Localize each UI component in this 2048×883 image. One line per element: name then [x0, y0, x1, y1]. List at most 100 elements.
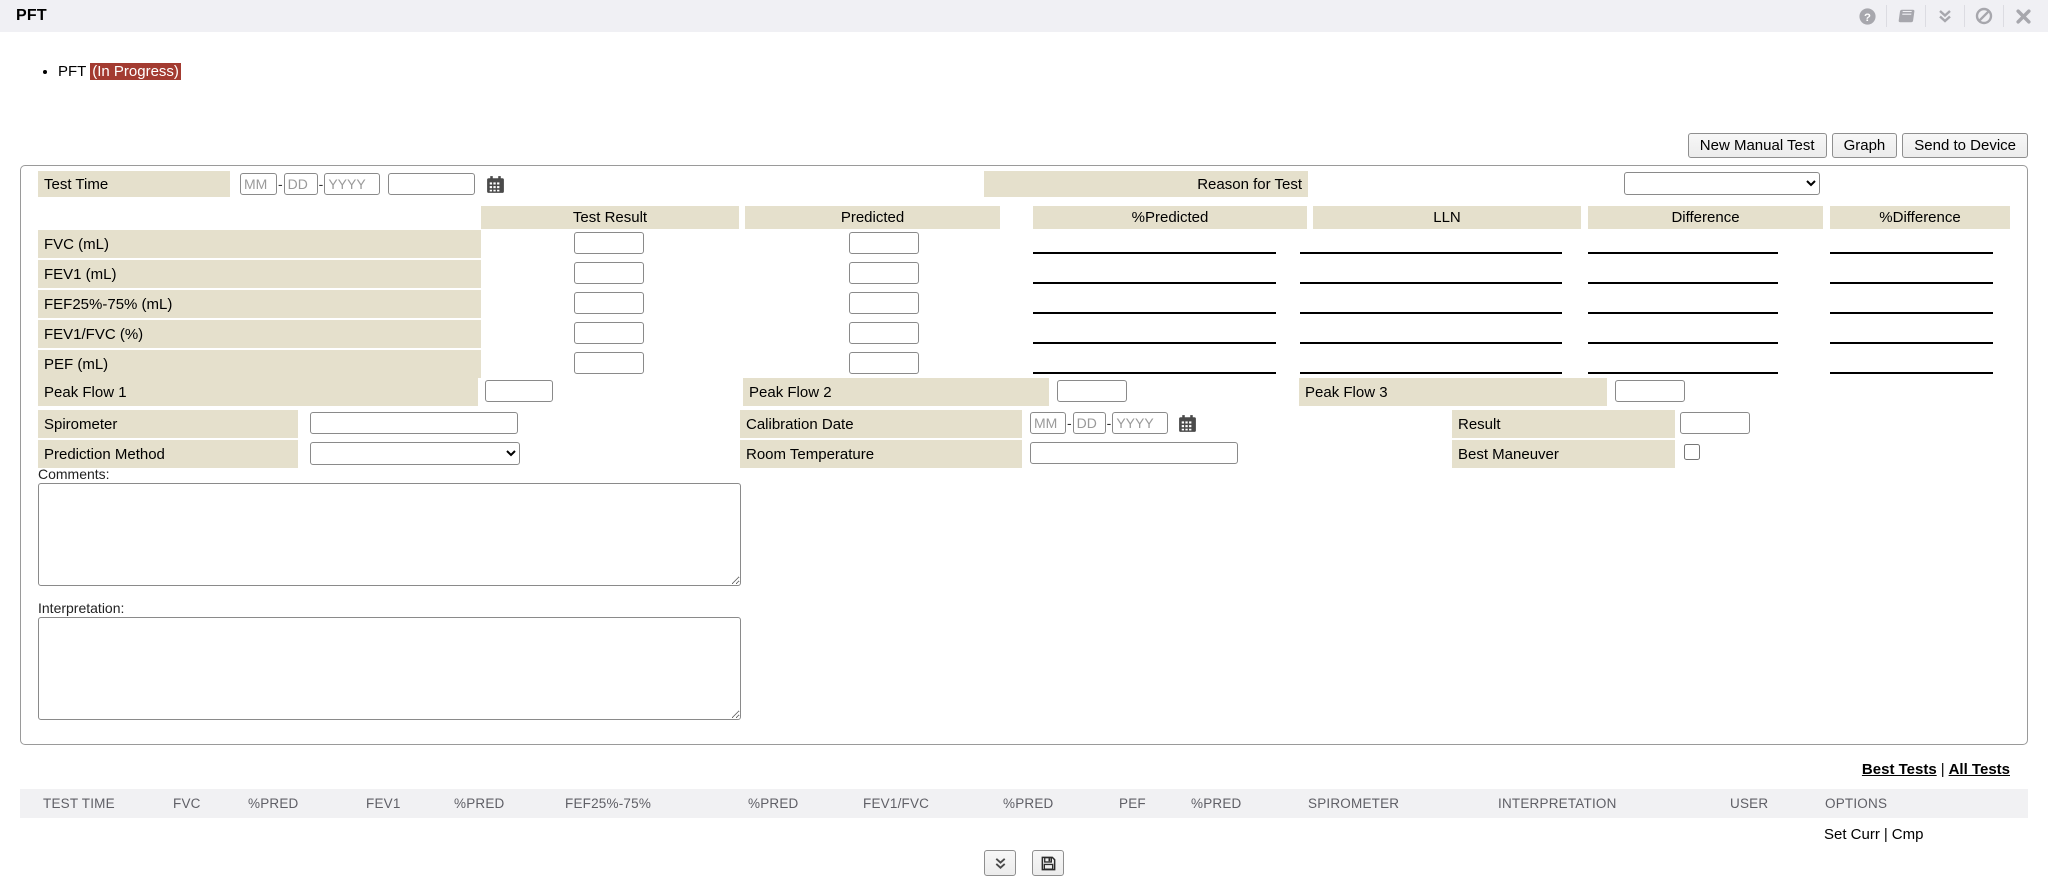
- peak-flow-2-label: Peak Flow 2: [743, 378, 1049, 406]
- comments-textarea[interactable]: [38, 483, 741, 586]
- room-temperature-input[interactable]: [1030, 442, 1238, 464]
- date-separator: -: [1107, 415, 1112, 431]
- page-title: PFT: [0, 7, 47, 25]
- fev1fvc-predicted-input[interactable]: [849, 322, 919, 344]
- measure-row-fev1fvc: FEV1/FVC (%): [21, 319, 2029, 349]
- pef-test-result-input[interactable]: [574, 352, 644, 374]
- col-pct-pred-5: %PRED: [1191, 789, 1242, 818]
- test-time-input[interactable]: [388, 173, 475, 195]
- peak-flow-3-input[interactable]: [1615, 380, 1685, 402]
- result-input[interactable]: [1680, 412, 1750, 434]
- best-maneuver-checkbox[interactable]: [1684, 444, 1700, 460]
- collapse-icon[interactable]: [1926, 4, 1964, 28]
- results-table-header: TEST TIME FVC %PRED FEV1 %PRED FEF25%-75…: [20, 789, 2028, 818]
- date-separator: -: [319, 176, 324, 192]
- column-header-pct-difference: %Difference: [1830, 206, 2010, 229]
- pft-screen: PFT ? PFT (In Progress): [0, 0, 2048, 883]
- fev1-difference-blank: [1588, 282, 1778, 284]
- peak-flow-row: Peak Flow 1 Peak Flow 2 Peak Flow 3: [21, 377, 2029, 407]
- test-day-input[interactable]: [284, 173, 318, 195]
- column-header-pct-predicted: %Predicted: [1033, 206, 1307, 229]
- all-tests-link[interactable]: All Tests: [1949, 761, 2010, 778]
- fev1-predicted-input[interactable]: [849, 262, 919, 284]
- fef-predicted-input[interactable]: [849, 292, 919, 314]
- col-pct-pred-1: %PRED: [248, 789, 299, 818]
- fev1fvc-pct-difference-blank: [1830, 342, 1993, 344]
- col-pct-pred-2: %PRED: [454, 789, 505, 818]
- close-icon[interactable]: [2004, 4, 2042, 28]
- col-options: OPTIONS: [1825, 789, 1887, 818]
- pef-lln-blank: [1300, 372, 1562, 374]
- calibration-date-label: Calibration Date: [740, 410, 1022, 438]
- fev1fvc-difference-blank: [1588, 342, 1778, 344]
- pef-predicted-input[interactable]: [849, 352, 919, 374]
- test-time-row: Test Time - -: [38, 171, 506, 197]
- fev1-pct-difference-blank: [1830, 282, 1993, 284]
- titlebar-icon-group: ?: [1848, 0, 2048, 32]
- comments-label: Comments:: [38, 466, 110, 482]
- col-user: USER: [1730, 789, 1768, 818]
- new-manual-test-button[interactable]: New Manual Test: [1688, 133, 1827, 158]
- collapse-section-button[interactable]: [984, 850, 1016, 876]
- date-separator: -: [1067, 415, 1072, 431]
- title-bar: PFT ?: [0, 0, 2048, 32]
- status-item-label: PFT: [58, 63, 86, 80]
- interpretation-textarea[interactable]: [38, 617, 741, 720]
- fev1-test-result-input[interactable]: [574, 262, 644, 284]
- calibration-date-inputs: - -: [1030, 412, 1198, 434]
- fev1-lln-blank: [1300, 282, 1562, 284]
- fvc-lln-blank: [1300, 252, 1562, 254]
- toolbar: New Manual Test Graph Send to Device: [1688, 133, 2028, 158]
- spirometer-input[interactable]: [310, 412, 518, 434]
- bottom-bar: [0, 850, 2048, 876]
- reason-for-test-select[interactable]: [1624, 172, 1820, 195]
- test-year-input[interactable]: [324, 173, 380, 195]
- calendar-icon[interactable]: [485, 174, 506, 195]
- date-separator: -: [278, 176, 283, 192]
- disable-icon[interactable]: [1965, 4, 2003, 28]
- test-time-label: Test Time: [38, 171, 230, 197]
- row-label: FEV1/FVC (%): [38, 320, 481, 348]
- graph-button[interactable]: Graph: [1832, 133, 1898, 158]
- peak-flow-3-label: Peak Flow 3: [1299, 378, 1607, 406]
- link-separator: |: [1941, 761, 1945, 778]
- fvc-predicted-input[interactable]: [849, 232, 919, 254]
- pft-form: Test Time - - Reason for Test Test Resul…: [20, 165, 2028, 745]
- col-fef: FEF25%-75%: [565, 789, 651, 818]
- best-tests-link[interactable]: Best Tests: [1862, 761, 1937, 778]
- fvc-test-result-input[interactable]: [574, 232, 644, 254]
- peak-flow-2-input[interactable]: [1057, 380, 1127, 402]
- calibration-month-input[interactable]: [1030, 412, 1066, 434]
- calibration-day-input[interactable]: [1073, 412, 1106, 434]
- measure-row-fvc: FVC (mL): [21, 229, 2029, 259]
- fev1-pct-predicted-blank: [1033, 282, 1276, 284]
- peak-flow-1-input[interactable]: [485, 380, 553, 402]
- column-header-test-result: Test Result: [481, 206, 739, 229]
- measure-row-fev1: FEV1 (mL): [21, 259, 2029, 289]
- help-icon[interactable]: ?: [1848, 4, 1886, 28]
- fev1fvc-test-result-input[interactable]: [574, 322, 644, 344]
- spirometer-row: Spirometer Calibration Date - - Result: [21, 409, 2029, 439]
- save-icon: [1040, 855, 1057, 872]
- measure-row-pef: PEF (mL): [21, 349, 2029, 379]
- set-curr-link[interactable]: Set Curr: [1824, 826, 1880, 843]
- save-button[interactable]: [1032, 850, 1064, 876]
- send-to-device-button[interactable]: Send to Device: [1902, 133, 2028, 158]
- fef-test-result-input[interactable]: [574, 292, 644, 314]
- prediction-method-select[interactable]: [310, 442, 520, 465]
- col-pct-pred-4: %PRED: [1003, 789, 1054, 818]
- fef-pct-predicted-blank: [1033, 312, 1276, 314]
- pef-pct-predicted-blank: [1033, 372, 1276, 374]
- result-label: Result: [1452, 410, 1675, 438]
- test-month-input[interactable]: [240, 173, 277, 195]
- calendar-icon[interactable]: [1177, 413, 1198, 434]
- cmp-link[interactable]: Cmp: [1892, 826, 1924, 843]
- col-test-time: TEST TIME: [43, 789, 115, 818]
- pef-pct-difference-blank: [1830, 372, 1993, 374]
- best-maneuver-label: Best Maneuver: [1452, 440, 1675, 468]
- calibration-year-input[interactable]: [1112, 412, 1168, 434]
- fef-pct-difference-blank: [1830, 312, 1993, 314]
- pef-difference-blank: [1588, 372, 1778, 374]
- row-label: FEV1 (mL): [38, 260, 481, 288]
- book-icon[interactable]: [1887, 4, 1925, 28]
